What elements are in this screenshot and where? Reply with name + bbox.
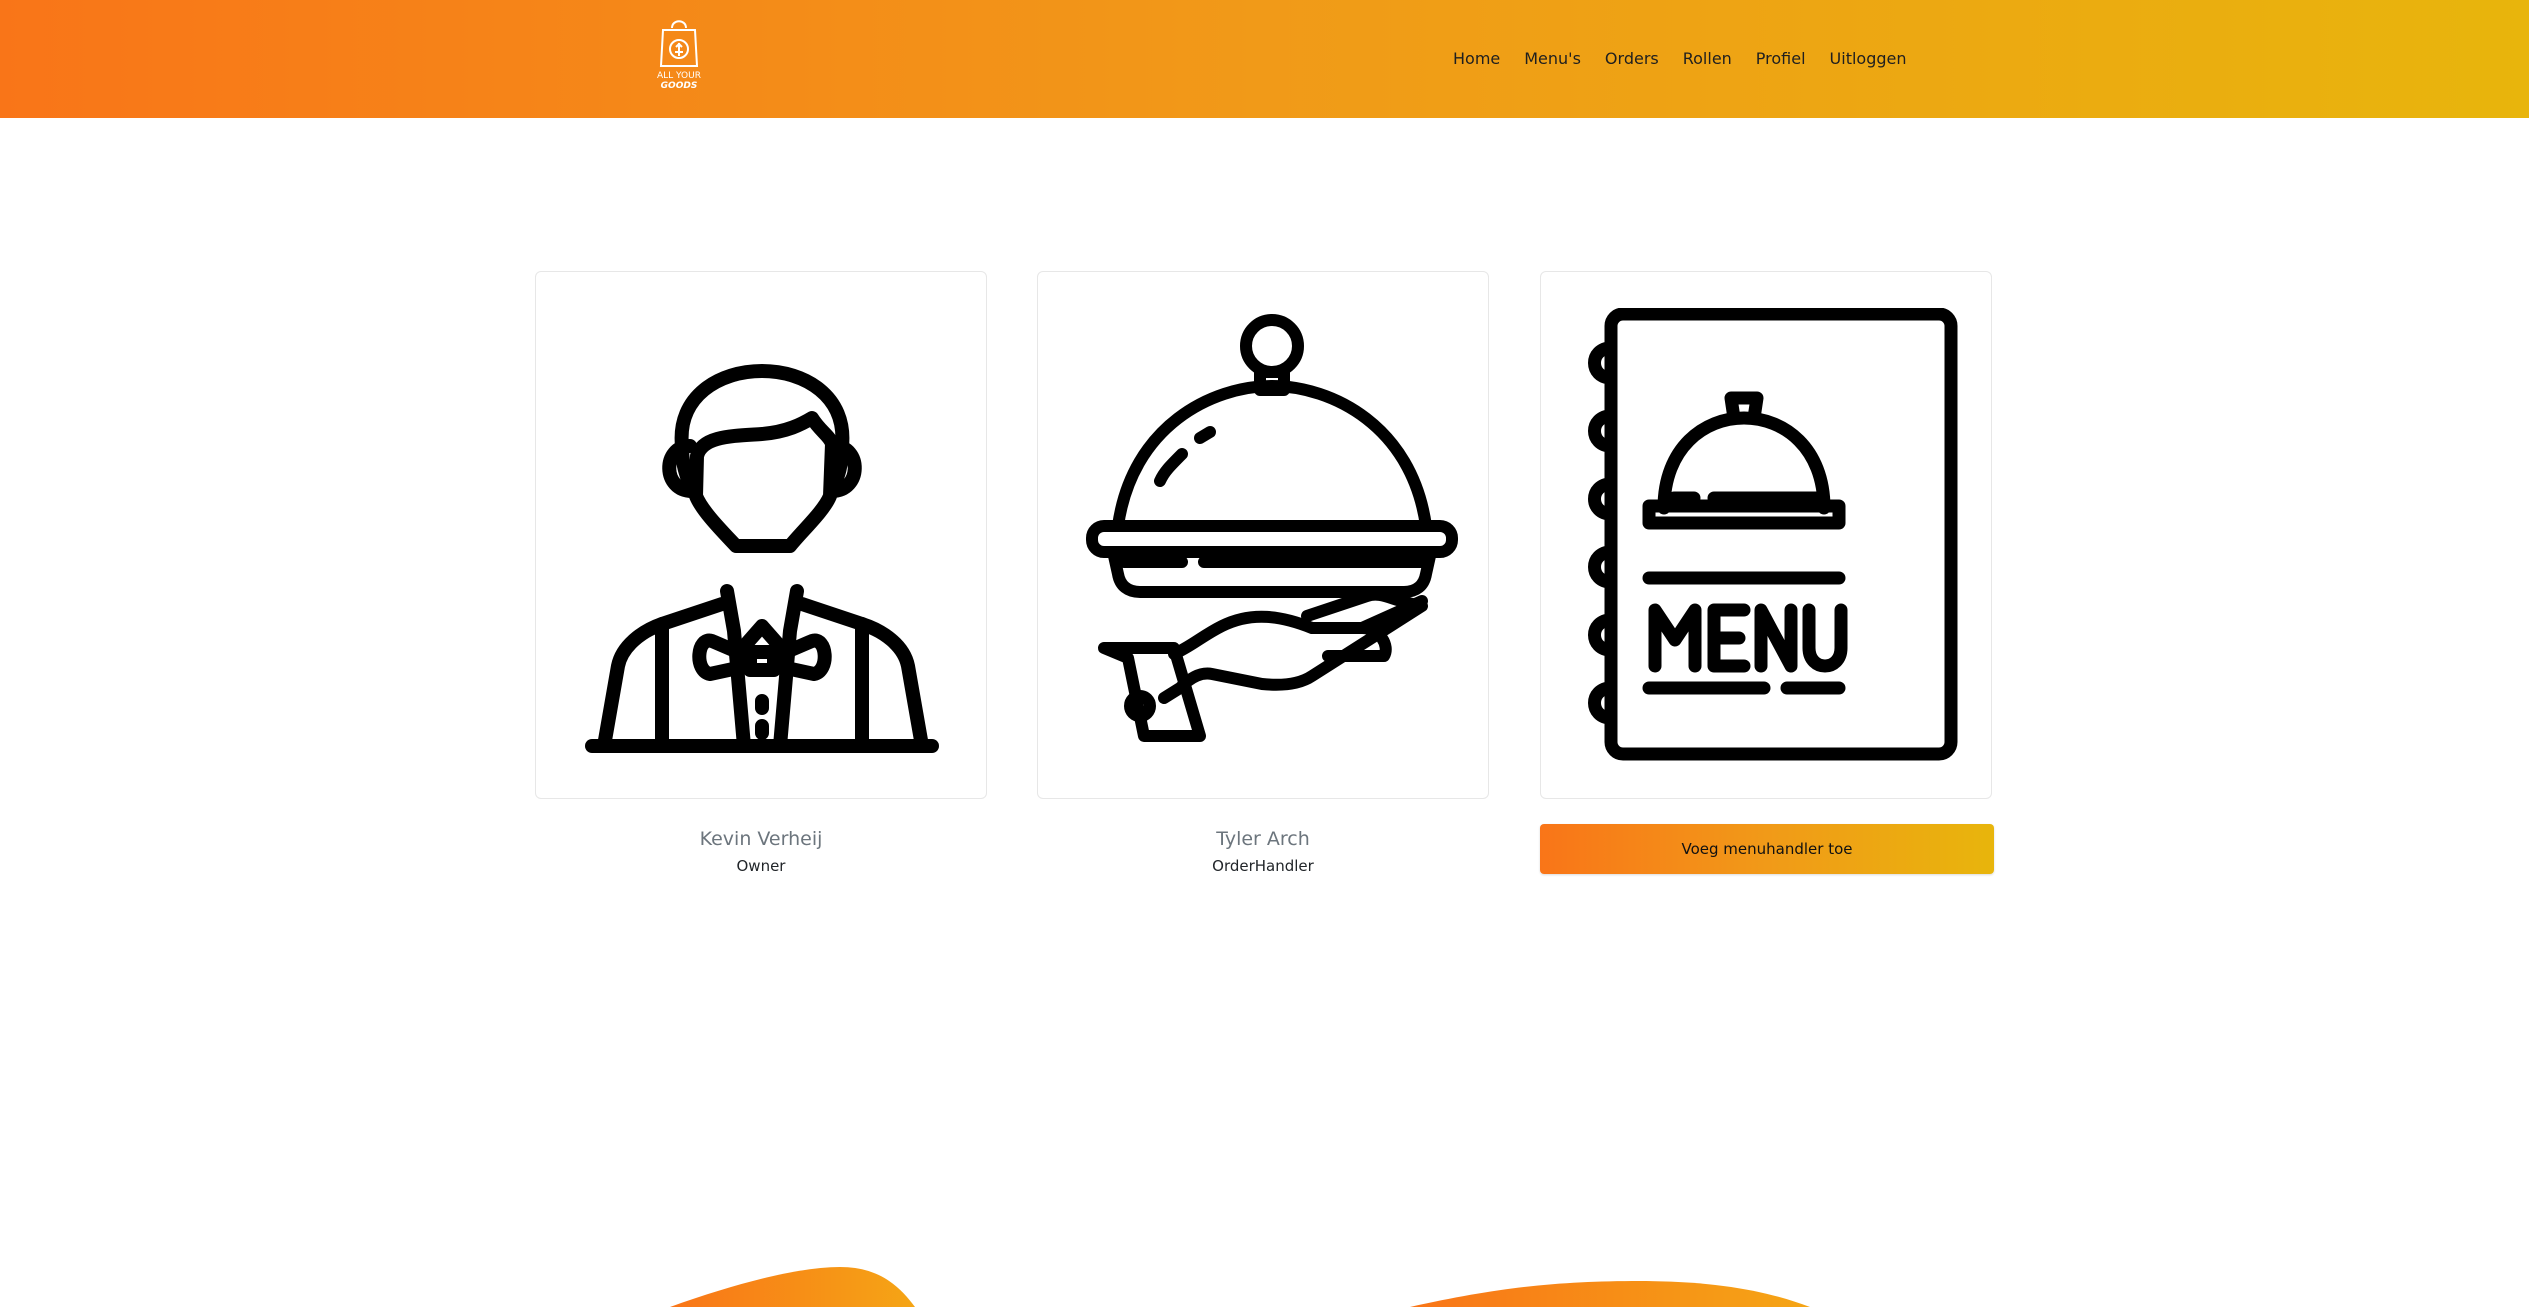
- role-card-owner[interactable]: [535, 271, 987, 799]
- serving-cloche-icon: [1086, 314, 1458, 742]
- nav-link-rollen[interactable]: Rollen: [1683, 49, 1732, 68]
- nav-link-menus[interactable]: Menu's: [1524, 49, 1581, 68]
- top-navbar: ALL YOUR GOODS Home Menu's Orders Rollen…: [0, 0, 2529, 118]
- waiter-icon: [585, 364, 939, 753]
- menu-book-icon: [1588, 308, 1958, 761]
- card-role-orderhandler: OrderHandler: [1212, 857, 1314, 875]
- decorative-waves: [670, 1267, 1810, 1307]
- nav-link-uitloggen[interactable]: Uitloggen: [1830, 49, 1907, 68]
- card-name-tyler: Tyler Arch: [1216, 828, 1310, 850]
- nav-link-home[interactable]: Home: [1453, 49, 1500, 68]
- add-menuhandler-button[interactable]: Voeg menuhandler toe: [1540, 824, 1994, 874]
- logo-text-line1: ALL YOUR: [657, 71, 701, 81]
- main-nav: Home Menu's Orders Rollen Profiel Uitlog…: [1453, 49, 1931, 68]
- role-card-orderhandler[interactable]: [1037, 271, 1489, 799]
- role-card-menuhandler[interactable]: [1540, 271, 1992, 799]
- all-your-goods-logo[interactable]: ALL YOUR GOODS: [652, 16, 706, 102]
- nav-link-profiel[interactable]: Profiel: [1756, 49, 1806, 68]
- nav-link-orders[interactable]: Orders: [1605, 49, 1659, 68]
- card-role-owner: Owner: [736, 857, 786, 875]
- card-name-kevin: Kevin Verheij: [699, 828, 823, 850]
- logo-text-line2: GOODS: [660, 81, 698, 91]
- shopping-bag-icon: [659, 20, 699, 67]
